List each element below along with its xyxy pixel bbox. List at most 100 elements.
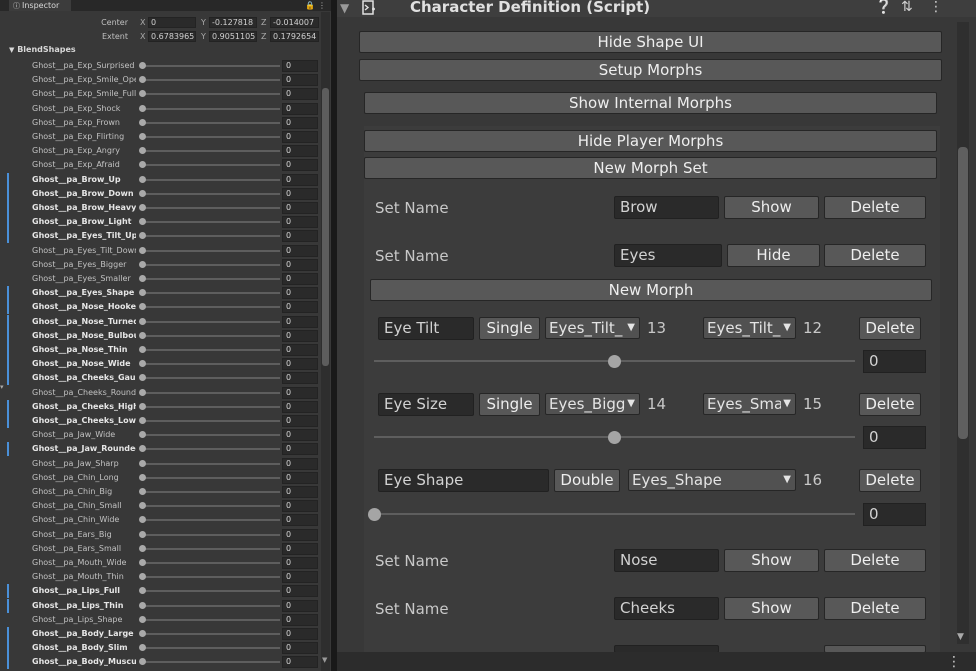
blendshape-slider-knob[interactable] (139, 260, 146, 268)
blendshape-value-field[interactable]: 0 (282, 244, 318, 257)
morph-shape-a-dropdown-eye-size[interactable]: Eyes_Bigg ▼ (545, 393, 640, 415)
blendshape-slider-track[interactable] (142, 207, 280, 209)
blendshape-value-field[interactable]: 0 (282, 131, 318, 143)
blendshape-value-field[interactable]: 0 (282, 88, 318, 101)
blendshape-value-field[interactable]: 0 (282, 187, 318, 200)
morph-value-field-eye-tilt[interactable]: 0 (863, 350, 926, 373)
blendshape-slider-knob[interactable] (139, 544, 146, 552)
blendshape-value-field[interactable]: 0 (282, 287, 318, 300)
morph-shape-a-dropdown-eye-tilt[interactable]: Eyes_Tilt_ ▼ (545, 317, 640, 339)
blendshape-value-field[interactable]: 0 (282, 74, 318, 87)
hide-shape-ui-button[interactable]: Hide Shape UI (359, 31, 942, 53)
blendshape-slider-knob[interactable] (139, 473, 146, 481)
blendshape-value-field[interactable]: 0 (282, 102, 318, 115)
morph-slider-track-eye-shape[interactable] (374, 513, 855, 515)
blendshape-value-field[interactable]: 0 (282, 528, 318, 541)
blendshape-slider-knob[interactable] (139, 317, 146, 325)
set-name-field-nose[interactable]: Nose (614, 549, 719, 572)
blendshape-slider-knob[interactable] (139, 147, 146, 155)
blendshape-value-field[interactable]: 0 (282, 116, 318, 129)
show-internal-morphs-button[interactable]: Show Internal Morphs (364, 92, 937, 114)
blendshape-slider-track[interactable] (142, 263, 280, 266)
setup-morphs-button[interactable]: Setup Morphs (359, 59, 942, 81)
blendshape-slider-track[interactable] (142, 618, 280, 621)
blendshape-slider-knob[interactable] (139, 374, 146, 382)
morph-slider-knob-eye-shape[interactable] (367, 508, 381, 521)
blendshape-slider-track[interactable] (142, 306, 280, 309)
blendshape-value-field[interactable]: 0 (282, 415, 318, 427)
blendshape-value-field[interactable]: 0 (282, 216, 318, 229)
blendshape-value-field[interactable]: 0 (282, 60, 318, 72)
blendshape-slider-knob[interactable] (139, 104, 146, 112)
blendshape-slider-knob[interactable] (139, 516, 146, 524)
blendshape-value-field[interactable]: 0 (282, 400, 318, 413)
blendshape-slider-knob[interactable] (139, 246, 146, 254)
blendshape-slider-track[interactable] (142, 647, 280, 650)
blendshape-slider-knob[interactable] (139, 189, 146, 197)
extent-z-field[interactable]: 0.1792654 (270, 31, 319, 42)
blendshape-value-field[interactable]: 0 (282, 557, 318, 569)
set-name-field-cheeks[interactable]: Cheeks (614, 597, 719, 620)
blendshape-value-field[interactable]: 0 (282, 628, 318, 640)
blendshape-value-field[interactable]: 0 (282, 273, 318, 285)
blendshape-value-field[interactable]: 0 (282, 613, 318, 626)
blendshape-slider-track[interactable] (142, 562, 280, 564)
blendshape-value-field[interactable]: 0 (282, 386, 318, 399)
extent-y-field[interactable]: 0.9051105 (209, 31, 257, 42)
blendshape-slider-knob[interactable] (139, 431, 146, 439)
scroll-down-arrow-icon[interactable]: ▼ (957, 632, 964, 642)
blendshape-slider-track[interactable] (142, 505, 280, 508)
blendshape-slider-knob[interactable] (139, 90, 146, 98)
blendshape-slider-knob[interactable] (139, 388, 146, 396)
blendshape-slider-knob[interactable] (139, 559, 146, 566)
blendshape-value-field[interactable]: 0 (282, 642, 318, 655)
blendshape-slider-knob[interactable] (139, 161, 146, 169)
blendshape-slider-knob[interactable] (139, 175, 146, 183)
blendshape-slider-knob[interactable] (139, 615, 146, 623)
blendshape-slider-track[interactable] (142, 491, 280, 493)
blendshape-slider-track[interactable] (142, 377, 280, 380)
blendshape-value-field[interactable]: 0 (282, 202, 318, 214)
blendshape-slider-knob[interactable] (139, 587, 146, 595)
blendshape-slider-knob[interactable] (139, 118, 146, 126)
blendshape-slider-knob[interactable] (139, 658, 146, 666)
center-z-field[interactable]: -0.014007 (270, 17, 319, 28)
component-foldout-arrow-icon[interactable]: ▼ (340, 1, 349, 15)
set-name-field-eyes[interactable]: Eyes (614, 244, 722, 267)
morph-value-field-eye-shape[interactable]: 0 (863, 503, 926, 526)
blendshape-value-field[interactable]: 0 (282, 315, 318, 328)
set-delete-button-brow[interactable]: Delete (824, 196, 926, 219)
blendshape-slider-track[interactable] (142, 249, 280, 252)
blendshape-slider-track[interactable] (142, 107, 280, 110)
blendshape-slider-track[interactable] (142, 93, 280, 96)
blendshape-slider-track[interactable] (142, 164, 280, 167)
inspector-tab[interactable]: ⓘ Inspector (9, 0, 71, 11)
set-toggle-button-cheeks[interactable]: Show (724, 597, 819, 620)
blendshape-slider-knob[interactable] (139, 218, 146, 226)
blendshape-value-field[interactable]: 0 (282, 230, 318, 243)
blendshape-slider-track[interactable] (142, 178, 280, 181)
blendshape-slider-track[interactable] (142, 320, 280, 323)
morph-mode-button-eye-shape[interactable]: Double (554, 469, 620, 492)
blendshape-slider-knob[interactable] (139, 530, 146, 538)
blendshape-value-field[interactable]: 0 (282, 542, 318, 555)
component-menu-icon[interactable]: ⋮ (929, 0, 943, 16)
morph-name-field-eye-shape[interactable]: Eye Shape (378, 469, 549, 492)
blendshape-value-field[interactable]: 0 (282, 443, 318, 456)
blendshape-slider-knob[interactable] (139, 303, 146, 311)
footer-menu-icon[interactable]: ⋮ (947, 654, 961, 670)
morph-delete-button-eye-size[interactable]: Delete (859, 393, 921, 416)
blendshape-slider-knob[interactable] (139, 445, 146, 453)
set-delete-button-eyes[interactable]: Delete (824, 244, 926, 267)
blendshape-slider-track[interactable] (142, 533, 280, 536)
blendshape-slider-track[interactable] (142, 334, 280, 337)
blendshape-value-field[interactable]: 0 (282, 585, 318, 598)
blendshape-value-field[interactable]: 0 (282, 258, 318, 271)
blendshape-value-field[interactable]: 0 (282, 429, 318, 442)
blendshape-slider-knob[interactable] (139, 502, 146, 510)
blendshape-value-field[interactable]: 0 (282, 571, 318, 584)
set-delete-button-cheeks[interactable]: Delete (824, 597, 926, 620)
blendshape-value-field[interactable]: 0 (282, 514, 318, 527)
blendshape-slider-track[interactable] (142, 476, 280, 479)
blendshape-slider-knob[interactable] (139, 402, 146, 410)
